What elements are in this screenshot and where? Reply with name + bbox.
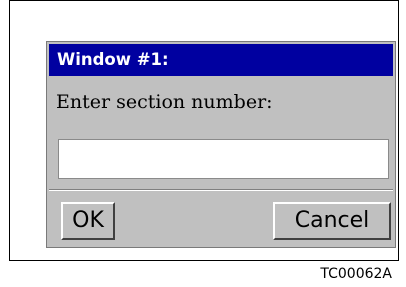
figure-frame: Window #1: Enter section number: OK Canc… [9, 0, 399, 261]
dialog-title-bar: Window #1: [49, 44, 393, 76]
section-number-input[interactable] [58, 139, 389, 179]
cancel-button[interactable]: Cancel [273, 202, 391, 240]
input-dialog: Window #1: Enter section number: OK Canc… [46, 41, 396, 248]
button-separator [49, 189, 393, 191]
figure-code: TC00062A [320, 266, 392, 282]
dialog-prompt: Enter section number: [56, 91, 273, 113]
ok-button[interactable]: OK [61, 202, 115, 240]
